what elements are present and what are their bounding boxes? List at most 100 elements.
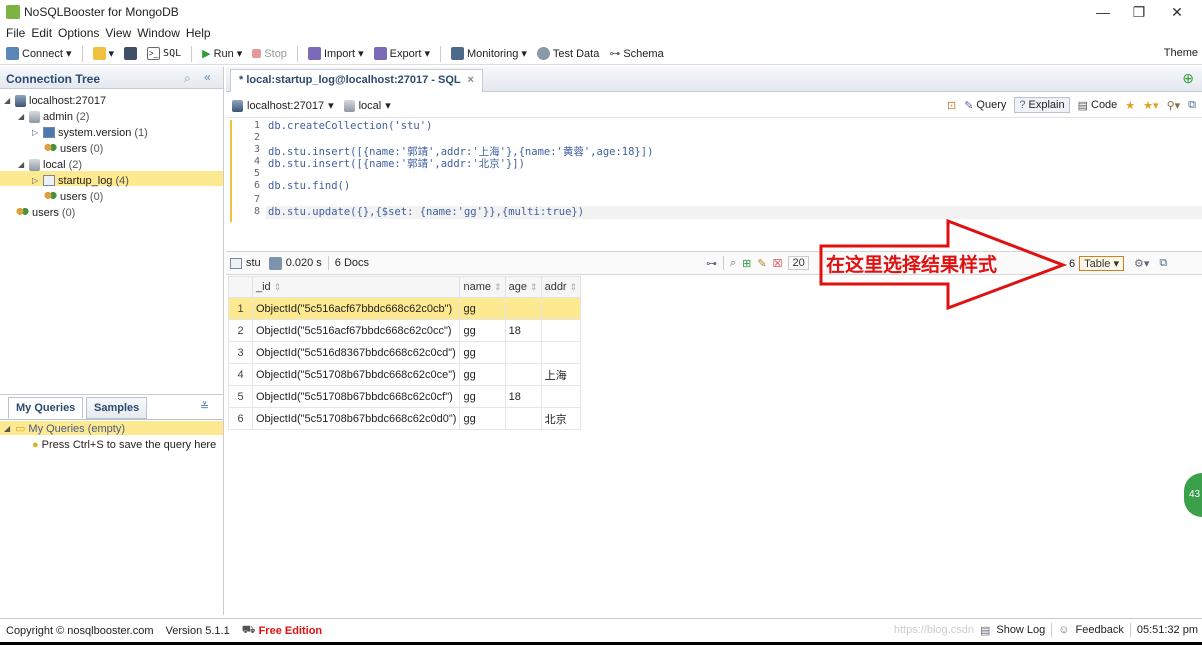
table-row[interactable]: 1 ObjectId("5c516acf67bbdc668c62c0cb") g… xyxy=(228,297,582,320)
save-button[interactable] xyxy=(124,47,138,60)
tree-item-admin-users[interactable]: users (0) xyxy=(44,141,103,156)
server-selector[interactable]: localhost:27017 xyxy=(247,100,324,112)
menu-view[interactable]: View xyxy=(105,26,131,40)
menu-edit[interactable]: Edit xyxy=(31,26,52,40)
cell-id[interactable]: ObjectId("5c516acf67bbdc668c62c0cb") xyxy=(251,297,461,320)
column-header-age[interactable]: age ⇕ xyxy=(504,276,542,298)
tree-item-local-users[interactable]: users (0) xyxy=(44,189,103,204)
menu-window[interactable]: Window xyxy=(137,26,180,40)
add-tab-icon[interactable]: ⊕ xyxy=(1182,70,1194,87)
monitoring-button[interactable]: Monitoring ▾ xyxy=(450,47,527,60)
tree-item-startup-log[interactable]: ▷ startup_log (4) xyxy=(32,173,129,188)
tree-item-server-users[interactable]: users (0) xyxy=(16,205,75,220)
schema-button[interactable]: ⊶ Schema xyxy=(609,47,663,61)
edition-link[interactable]: Free Edition xyxy=(259,625,323,637)
maximize-icon[interactable]: ⧉ xyxy=(1188,99,1196,112)
chevron-double-down-icon[interactable]: ≚ xyxy=(200,400,209,413)
export-button[interactable]: Export ▾ xyxy=(373,47,430,60)
cell-name[interactable]: gg xyxy=(459,385,506,408)
cell-addr[interactable] xyxy=(540,319,582,342)
column-header-name[interactable]: name ⇕ xyxy=(459,276,506,298)
menu-file[interactable]: File xyxy=(6,26,25,40)
sql-button[interactable]: >_ SQL xyxy=(147,47,181,60)
add-document-icon[interactable]: ⊞ xyxy=(742,257,751,270)
lock-icon[interactable]: ⊡ xyxy=(947,99,956,112)
cell-addr[interactable] xyxy=(540,297,582,320)
settings-icon[interactable]: ⚙▾ xyxy=(1134,257,1149,270)
menu-options[interactable]: Options xyxy=(58,26,99,40)
test-data-button[interactable]: Test Data xyxy=(536,47,599,60)
cell-addr[interactable] xyxy=(540,341,582,364)
table-row[interactable]: 4 ObjectId("5c51708b67bbdc668c62c0ce") g… xyxy=(228,363,582,386)
open-button[interactable]: ▾ xyxy=(92,47,114,60)
cell-age[interactable] xyxy=(504,297,542,320)
delete-document-icon[interactable]: ☒ xyxy=(773,257,783,270)
cell-addr[interactable]: 上海 xyxy=(540,363,582,386)
cell-age[interactable]: 18 xyxy=(504,385,542,408)
tree-item-db-admin[interactable]: ◢ admin (2) xyxy=(18,109,89,124)
minimize-button[interactable]: — xyxy=(1088,2,1118,22)
stop-button[interactable]: Stop xyxy=(252,48,287,60)
explain-button[interactable]: ? Explain xyxy=(1014,97,1070,113)
show-log-button[interactable]: Show Log xyxy=(996,624,1045,636)
column-header-addr[interactable]: addr ⇕ xyxy=(540,276,582,298)
connect-button[interactable]: Connect ▾ xyxy=(6,47,72,60)
tab-samples[interactable]: Samples xyxy=(86,397,148,419)
run-button[interactable]: ▶ Run ▾ xyxy=(202,47,242,61)
sort-icon[interactable]: ⇕ xyxy=(570,282,578,292)
cell-age[interactable] xyxy=(504,363,542,386)
cell-id[interactable]: ObjectId("5c51708b67bbdc668c62c0d0") xyxy=(251,407,461,430)
query-builder-button[interactable]: ✎ Query xyxy=(964,99,1006,112)
code-button[interactable]: ▤ Code xyxy=(1078,99,1118,112)
cell-name[interactable]: gg xyxy=(459,407,506,430)
restore-button[interactable]: ❐ xyxy=(1124,2,1154,22)
tree-item-server[interactable]: ◢ localhost:27017 xyxy=(4,93,106,108)
cell-id[interactable]: ObjectId("5c516d8367bbdc668c62c0cd") xyxy=(251,341,461,364)
close-tab-icon[interactable]: × xyxy=(467,74,473,86)
cell-age[interactable] xyxy=(504,407,542,430)
zoom-icon[interactable]: ⌕ xyxy=(730,257,736,270)
close-button[interactable]: ✕ xyxy=(1162,2,1192,22)
cell-id[interactable]: ObjectId("5c516acf67bbdc668c62c0cc") xyxy=(251,319,461,342)
maximize-icon[interactable]: ⧉ xyxy=(1159,257,1167,270)
sort-icon[interactable]: ⇕ xyxy=(494,282,502,292)
chevron-down-icon[interactable]: ▾ xyxy=(385,99,391,112)
tab-my-queries[interactable]: My Queries xyxy=(8,397,84,419)
menu-help[interactable]: Help xyxy=(186,26,211,40)
history-icon[interactable]: ⚲▾ xyxy=(1167,99,1181,112)
edit-document-icon[interactable]: ✎ xyxy=(757,257,766,270)
favorites-icon[interactable]: ★▾ xyxy=(1143,99,1158,112)
theme-button[interactable]: Theme xyxy=(1164,47,1198,59)
cell-age[interactable]: 18 xyxy=(504,319,542,342)
cell-addr[interactable]: 北京 xyxy=(540,407,582,430)
table-row[interactable]: 6 ObjectId("5c51708b67bbdc668c62c0d0") g… xyxy=(228,407,582,430)
tree-item-system-version[interactable]: ▷ system.version (1) xyxy=(32,125,148,140)
collapse-panel-icon[interactable]: « xyxy=(204,70,211,84)
table-row[interactable]: 3 ObjectId("5c516d8367bbdc668c62c0cd") g… xyxy=(228,341,582,364)
page-size-select[interactable]: 20 xyxy=(788,256,809,270)
chevron-down-icon[interactable]: ▾ xyxy=(328,99,334,112)
column-header-id[interactable]: _id ⇕ xyxy=(251,276,461,298)
side-bubble[interactable]: 43 xyxy=(1184,473,1202,517)
cell-name[interactable]: gg xyxy=(459,341,506,364)
tab-query-editor[interactable]: * local:startup_log@localhost:27017 - SQ… xyxy=(230,69,483,92)
sort-icon[interactable]: ⇕ xyxy=(274,282,282,292)
tree-item-db-local[interactable]: ◢ local (2) xyxy=(18,157,82,172)
cell-addr[interactable] xyxy=(540,385,582,408)
cell-name[interactable]: gg xyxy=(459,319,506,342)
schema-icon[interactable]: ⊶ xyxy=(706,257,717,270)
search-icon[interactable]: ⌕ xyxy=(184,71,191,86)
cell-name[interactable]: gg xyxy=(459,363,506,386)
tree-item-my-queries[interactable]: ◢ ▭ My Queries (empty) xyxy=(4,421,125,436)
import-button[interactable]: Import ▾ xyxy=(307,47,364,60)
sort-icon[interactable]: ⇕ xyxy=(530,282,538,292)
cell-id[interactable]: ObjectId("5c51708b67bbdc668c62c0ce") xyxy=(251,363,461,386)
table-row[interactable]: 2 ObjectId("5c516acf67bbdc668c62c0cc") g… xyxy=(228,319,582,342)
feedback-button[interactable]: Feedback xyxy=(1076,624,1124,636)
view-mode-select[interactable]: Table ▾ xyxy=(1079,256,1125,271)
table-row[interactable]: 5 ObjectId("5c51708b67bbdc668c62c0cf") g… xyxy=(228,385,582,408)
database-selector[interactable]: local xyxy=(359,100,382,112)
favorite-add-icon[interactable]: ★ xyxy=(1125,99,1135,112)
cell-id[interactable]: ObjectId("5c51708b67bbdc668c62c0cf") xyxy=(251,385,461,408)
cell-age[interactable] xyxy=(504,341,542,364)
